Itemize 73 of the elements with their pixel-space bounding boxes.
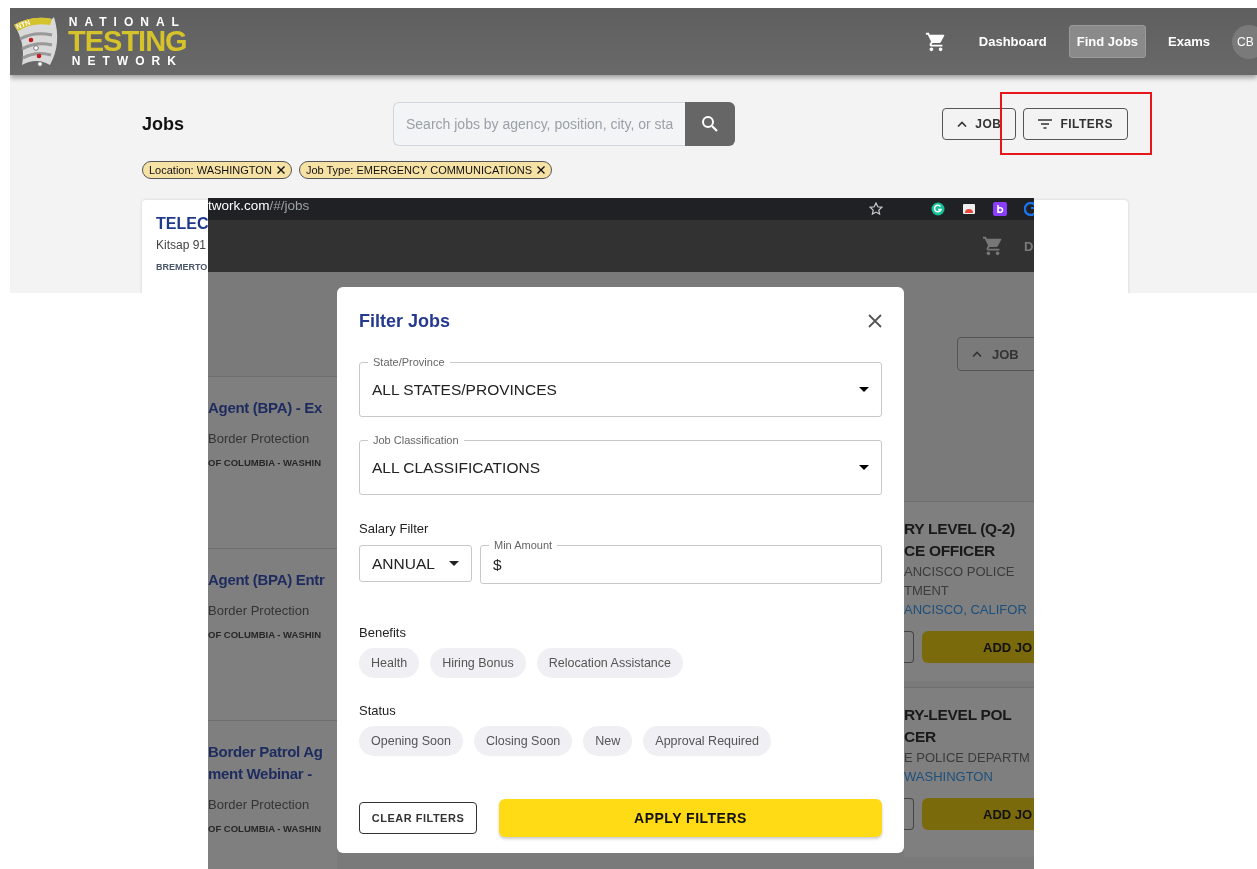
logo-text: TESTING	[68, 28, 187, 55]
section-heading: Status	[359, 703, 397, 718]
close-button[interactable]	[868, 314, 882, 328]
add-job-button[interactable]: ADD JO	[922, 631, 1034, 663]
sort-button[interactable]: JOB	[942, 108, 1017, 140]
address-bar-url[interactable]: twork.com/#/jobs	[208, 198, 310, 213]
period-select[interactable]: ANNUAL	[359, 545, 472, 582]
job-location: OF COLUMBIA - WASHIN	[208, 823, 322, 834]
job-location: OF COLUMBIA - WASHIN	[208, 629, 322, 640]
nav-link[interactable]: Find Jobs	[1068, 25, 1147, 58]
job-title[interactable]: TELEC	[156, 215, 209, 233]
search-field[interactable]: Search jobs by agency, position, city, or sta	[393, 102, 685, 146]
currency-prefix: $	[493, 555, 502, 574]
job-location: BREMERTO	[156, 262, 208, 272]
close-icon[interactable]	[276, 166, 285, 174]
extension-icon[interactable]	[962, 202, 976, 216]
status-chip[interactable]: Approval Required	[643, 726, 771, 756]
filter-chip[interactable]: Job Type: EMERGENCY COMMUNICATIONS	[298, 161, 553, 179]
clear-filters-button[interactable]: CLEAR FILTERS	[359, 802, 477, 834]
benefit-chip[interactable]: Relocation Assistance	[536, 648, 683, 678]
job-agency: Border Protection	[208, 603, 310, 618]
field-label: Min Amount	[489, 539, 558, 551]
chevron-up-icon	[957, 121, 968, 127]
filter-chip[interactable]: Location: WASHINGTON	[142, 161, 292, 179]
filter-button[interactable]: FILTERS	[1023, 108, 1128, 140]
select-value: ALL CLASSIFICATIONS	[372, 458, 541, 477]
job-agency: ANCISCO POLICE	[904, 563, 1015, 581]
job-agency: E POLICE DEPARTM	[904, 749, 1030, 767]
benefit-chip[interactable]: Hiring Bonus	[430, 648, 526, 678]
job-title[interactable]: RY LEVEL (Q-2)	[904, 518, 1015, 540]
job-location: WASHINGTON	[904, 768, 993, 786]
benefit-chip[interactable]: Health	[359, 648, 420, 678]
page-title: Jobs	[142, 113, 185, 135]
close-icon[interactable]	[537, 166, 546, 174]
nav-link[interactable]: Dashboard	[970, 25, 1055, 58]
logo-text: NETWORK	[71, 55, 183, 67]
user-avatar[interactable]: CB	[1232, 24, 1257, 59]
job-title[interactable]: CE OFFICER	[904, 540, 995, 562]
chevron-up-icon	[972, 351, 982, 357]
extension-icon[interactable]	[993, 202, 1007, 216]
select-value: ALL STATES/PROVINCES	[372, 380, 558, 399]
logo-text: NATIONAL	[68, 16, 186, 28]
status-chip[interactable]: Opening Soon	[359, 726, 463, 756]
field-label: State/Province	[368, 356, 450, 368]
cart-icon[interactable]	[924, 30, 947, 53]
extension-icon[interactable]	[931, 202, 945, 216]
nav-link[interactable]: Exams	[1160, 25, 1218, 58]
dialog-title: Filter Jobs	[359, 310, 451, 332]
job-agency: Border Protection	[208, 431, 310, 446]
select-value: ANNUAL	[372, 554, 435, 573]
job-location: OF COLUMBIA - WASHIN	[208, 457, 322, 468]
close-icon	[868, 314, 882, 328]
search-button[interactable]	[685, 102, 735, 146]
job-location: ANCISCO, CALIFOR	[904, 601, 1027, 619]
status-chip[interactable]: New	[583, 726, 633, 756]
section-heading: Salary Filter	[359, 521, 430, 536]
dropdown-caret-icon	[449, 561, 459, 566]
dropdown-caret-icon	[859, 387, 869, 392]
job-agency: Kitsap 91	[156, 238, 207, 252]
search-icon	[701, 115, 719, 133]
dropdown-caret-icon	[859, 465, 869, 470]
add-job-button[interactable]: ADD JO	[922, 798, 1034, 830]
star-icon[interactable]	[869, 202, 883, 216]
job-title[interactable]: CER	[904, 726, 936, 748]
filter-icon	[1038, 119, 1053, 129]
cart-icon[interactable]	[982, 235, 1004, 257]
section-heading: Benefits	[359, 625, 407, 640]
status-chip[interactable]: Closing Soon	[473, 726, 573, 756]
field-label: Job Classification	[368, 434, 464, 446]
job-title[interactable]: RY-LEVEL POL	[904, 704, 1012, 726]
job-agency: TMENT	[904, 582, 949, 600]
apply-filters-button[interactable]: APPLY FILTERS	[499, 799, 882, 837]
job-agency: Border Protection	[208, 797, 310, 812]
